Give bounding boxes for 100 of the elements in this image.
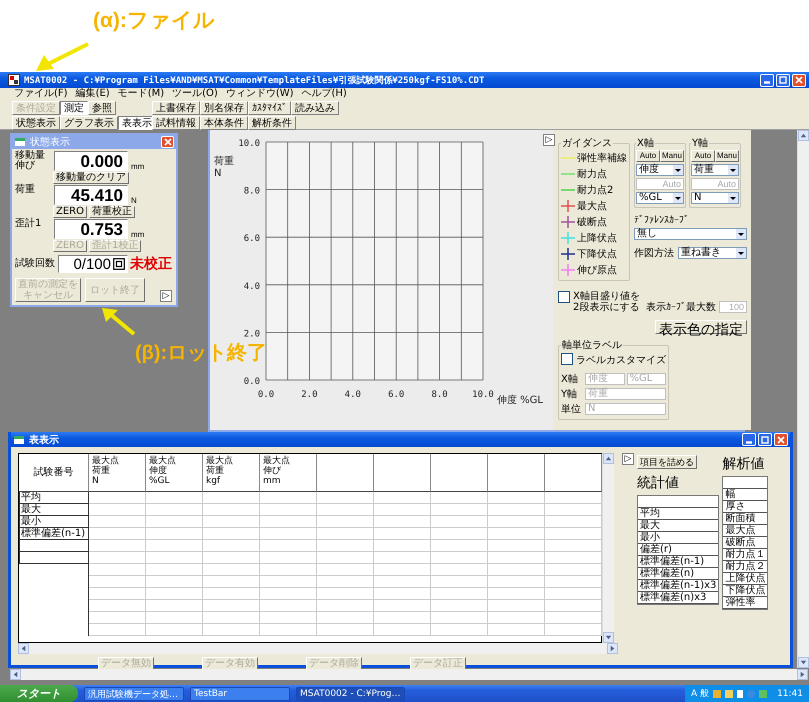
table-cell	[203, 564, 260, 576]
toolbar-button[interactable]: ｶｽﾀﾏｲｽﾞ	[248, 101, 291, 115]
taskbar-button[interactable]: 汎用試験機データ処…	[84, 686, 184, 700]
table-cell	[89, 612, 146, 624]
taskbar-button[interactable]: MSAT0002 - C:¥Prog…	[296, 686, 405, 700]
mode-tab[interactable]: 測定	[60, 101, 88, 115]
vertical-scrollbar[interactable]	[602, 453, 614, 643]
expand-button[interactable]: ▷	[622, 453, 634, 465]
mode-button[interactable]: Auto	[636, 150, 660, 162]
dropdown[interactable]: 重ね書き	[678, 247, 747, 259]
horizontal-scrollbar[interactable]	[18, 643, 618, 654]
field-label: 単位	[561, 403, 582, 416]
close-button[interactable]	[792, 74, 806, 86]
action-button[interactable]: ZERO	[53, 206, 87, 218]
scroll-down-icon[interactable]	[603, 632, 614, 643]
list-item[interactable]: 耐力点２	[723, 561, 768, 573]
pack-items-button[interactable]: 項目を詰める	[637, 455, 697, 469]
expand-button[interactable]: ▷	[160, 290, 172, 302]
scroll-up-icon[interactable]	[603, 453, 614, 464]
checkbox[interactable]	[558, 291, 570, 303]
list-item[interactable]: 破断点	[723, 537, 768, 549]
toolbar-button[interactable]: 本体条件	[200, 116, 248, 130]
dropdown[interactable]: 荷重	[691, 164, 739, 176]
view-tab[interactable]: グラフ表示	[60, 116, 118, 130]
scroll-left-icon[interactable]	[10, 669, 21, 680]
scroll-right-icon[interactable]	[607, 643, 618, 654]
reading-display: 0.000	[54, 151, 128, 171]
column-header	[431, 454, 488, 492]
menu-item[interactable]: ウィンドウ(W)	[222, 88, 298, 100]
view-tab[interactable]: 状態表示	[12, 116, 60, 130]
list-item[interactable]: 断面積	[723, 513, 768, 525]
table-cell	[374, 528, 431, 540]
dropdown[interactable]: 無し	[634, 228, 747, 240]
tick-label: 6.0	[244, 234, 260, 244]
action-button[interactable]: 荷重校正	[89, 206, 135, 218]
list-item[interactable]: 標準偏差(n)	[638, 568, 718, 580]
menu-item[interactable]: ファイル(F)	[10, 88, 72, 100]
list-item[interactable]: 最大	[638, 520, 718, 532]
list-item[interactable]: 幅	[723, 489, 768, 501]
list-item[interactable]: 標準偏差(n)x3	[638, 592, 718, 604]
table-cell	[89, 528, 146, 540]
list-item[interactable]: 平均	[638, 508, 718, 520]
list-item[interactable]: 上降伏点	[723, 573, 768, 585]
scroll-left-icon[interactable]	[18, 643, 29, 654]
table-cell	[146, 600, 203, 612]
toolbar-button[interactable]: 上書保存	[152, 101, 200, 115]
minimize-button[interactable]	[760, 74, 774, 86]
mode-button[interactable]: Manu	[715, 150, 739, 162]
toolbar-button[interactable]: 別名保存	[200, 101, 248, 115]
header-text: 最大点	[149, 456, 176, 466]
list-item[interactable]: 標準偏差(n-1)	[638, 556, 718, 568]
start-button[interactable]: スタート	[0, 685, 78, 702]
horizontal-scrollbar[interactable]	[10, 669, 808, 680]
dropdown[interactable]: 伸度	[636, 164, 684, 176]
minimize-button[interactable]	[742, 433, 756, 446]
header-text: 荷重	[92, 466, 110, 476]
maximize-button[interactable]	[776, 74, 790, 86]
close-button[interactable]	[161, 136, 174, 148]
menu-item[interactable]: ヘルプ(H)	[298, 88, 351, 100]
list-item[interactable]: 最小	[638, 532, 718, 544]
table-cell	[374, 492, 431, 504]
table-cell	[317, 576, 374, 588]
mode-tab[interactable]: 参照	[88, 101, 116, 115]
column-header	[374, 454, 431, 492]
list-item[interactable]: 標準偏差(n-1)x3	[638, 580, 718, 592]
window-title: 状態表示	[30, 136, 70, 149]
field-label: ﾃﾞﾌｧﾚﾝｽｶｰﾌﾞ	[634, 214, 690, 226]
checkbox[interactable]	[561, 353, 573, 365]
list-item[interactable]: 弾性率	[723, 597, 768, 609]
scroll-right-icon[interactable]	[797, 669, 808, 680]
action-button[interactable]: 移動量のクリア	[53, 172, 129, 184]
table-cell	[203, 492, 260, 504]
vertical-scrollbar[interactable]	[797, 130, 809, 668]
row-header	[19, 540, 89, 552]
list-item[interactable]: 耐力点１	[723, 549, 768, 561]
table-cell	[374, 600, 431, 612]
dropdown[interactable]: %GL	[636, 192, 684, 204]
table-cell	[89, 552, 146, 564]
table-cell	[89, 624, 146, 636]
list-item[interactable]: 厚さ	[723, 501, 768, 513]
list-item[interactable]: 最大点	[723, 525, 768, 537]
list-item[interactable]: 下降伏点	[723, 585, 768, 597]
menu-item[interactable]: モード(M)	[114, 88, 168, 100]
menu-item[interactable]: ツール(O)	[168, 88, 222, 100]
restore-button[interactable]	[758, 433, 772, 446]
list-item[interactable]: 偏差(r)	[638, 544, 718, 556]
header-text: 伸び	[263, 466, 281, 476]
scroll-down-icon[interactable]	[798, 657, 809, 668]
color-settings-button[interactable]: 表示色の指定	[655, 320, 747, 334]
expand-button[interactable]: ▷	[543, 134, 555, 146]
scroll-up-icon[interactable]	[798, 130, 809, 141]
mode-button[interactable]: Manu	[660, 150, 684, 162]
toolbar-button[interactable]: 試料情報	[152, 116, 200, 130]
close-button[interactable]	[774, 433, 788, 446]
toolbar-button[interactable]: 解析条件	[248, 116, 296, 130]
dropdown[interactable]: N	[691, 192, 739, 204]
taskbar-button[interactable]: TestBar	[190, 686, 290, 700]
toolbar-button[interactable]: 読み込み	[291, 101, 339, 115]
mode-button[interactable]: Auto	[691, 150, 715, 162]
menu-item[interactable]: 編集(E)	[72, 88, 114, 100]
